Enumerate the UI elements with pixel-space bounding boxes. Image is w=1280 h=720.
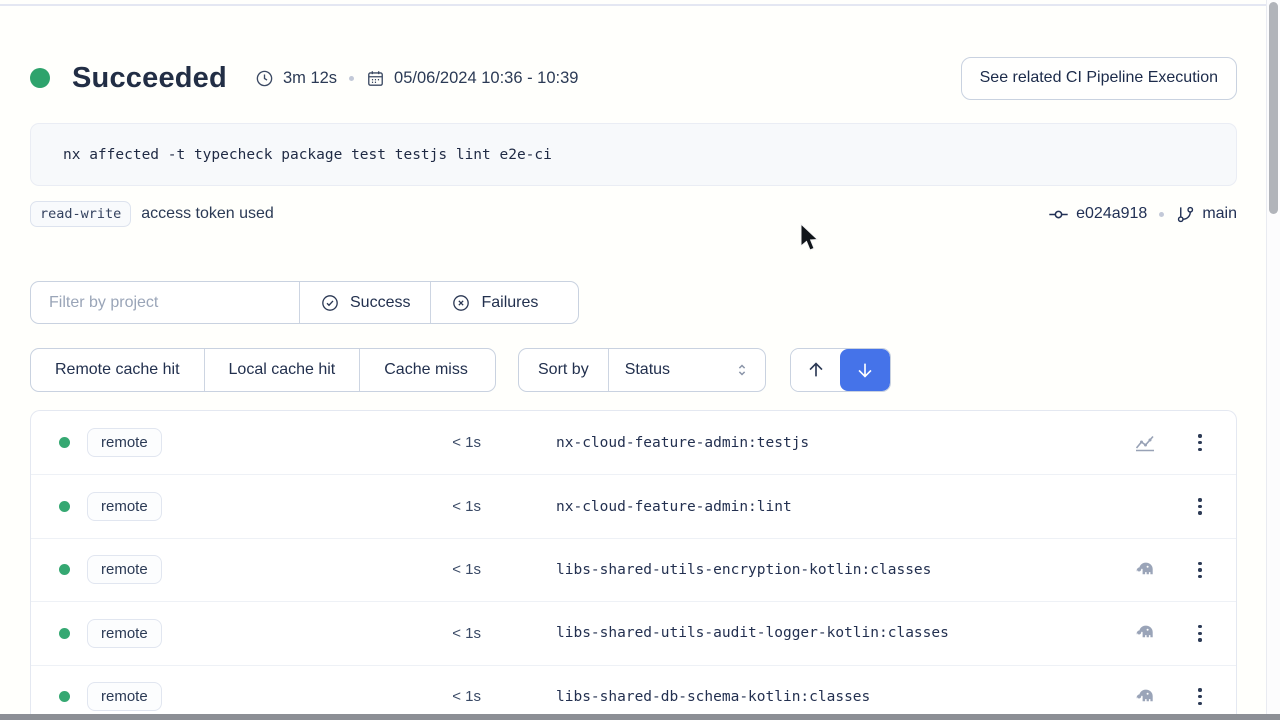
top-divider — [0, 4, 1280, 6]
scrollbar-track[interactable] — [1266, 0, 1280, 720]
cache-source-badge: remote — [87, 428, 162, 457]
run-header: Succeeded 3m 12s 05/06/2024 10:36 - 10:3… — [30, 55, 1237, 101]
command-box: nx affected -t typecheck package test te… — [30, 123, 1237, 186]
cache-source-badge: remote — [87, 682, 162, 711]
task-list: remote < 1s nx-cloud-feature-admin:testj… — [30, 410, 1237, 714]
task-menu-button[interactable] — [1187, 430, 1213, 456]
task-duration: < 1s — [421, 625, 481, 642]
task-row[interactable]: remote < 1s libs-shared-db-schema-kotlin… — [31, 665, 1236, 714]
sort-direction-toggle — [790, 348, 891, 392]
separator-dot — [349, 76, 354, 81]
sort-by-label: Sort by — [519, 349, 609, 391]
sort-ascending-button[interactable] — [791, 349, 840, 391]
sort-control: Sort by Status — [518, 348, 766, 392]
status-dot — [59, 691, 70, 702]
task-name[interactable]: libs-shared-db-schema-kotlin:classes — [556, 689, 870, 705]
filter-bar: Success Failures — [30, 281, 579, 324]
task-menu-button[interactable] — [1187, 494, 1213, 520]
chevron-updown-icon — [733, 361, 751, 379]
cache-filter-tabs: Remote cache hit Local cache hit Cache m… — [30, 348, 496, 392]
tab-cache-miss[interactable]: Cache miss — [359, 349, 492, 391]
success-filter-label: Success — [350, 294, 410, 312]
failures-filter-button[interactable]: Failures — [430, 282, 558, 323]
clock-icon — [255, 69, 274, 88]
duration-label: 3m 12s — [283, 69, 337, 88]
task-duration: < 1s — [421, 561, 481, 578]
tab-local-cache-hit[interactable]: Local cache hit — [204, 349, 360, 391]
sort-descending-button[interactable] — [840, 349, 890, 391]
token-row: read-write access token used e024a918 ma… — [30, 199, 1237, 229]
cache-source-badge: remote — [87, 492, 162, 521]
task-row[interactable]: remote < 1s nx-cloud-feature-admin:lint — [31, 474, 1236, 537]
gradle-elephant-icon — [1132, 557, 1158, 583]
task-name[interactable]: nx-cloud-feature-admin:lint — [556, 499, 792, 515]
failures-filter-label: Failures — [481, 294, 538, 312]
task-duration: < 1s — [421, 688, 481, 705]
sort-field-select[interactable]: Status — [609, 349, 765, 391]
calendar-icon — [366, 69, 385, 88]
gradle-elephant-icon — [1132, 684, 1158, 710]
cache-source-badge: remote — [87, 619, 162, 648]
status-dot — [59, 501, 70, 512]
arrow-up-icon — [805, 359, 827, 381]
tab-remote-cache-hit[interactable]: Remote cache hit — [31, 349, 204, 391]
page-title: Succeeded — [72, 62, 227, 95]
access-token-text: access token used — [141, 205, 274, 223]
task-name[interactable]: libs-shared-utils-encryption-kotlin:clas… — [556, 562, 931, 578]
commit-hash[interactable]: e024a918 — [1076, 205, 1147, 223]
window-bottom-edge — [0, 714, 1280, 720]
command-text: nx affected -t typecheck package test te… — [63, 147, 552, 163]
task-menu-button[interactable] — [1187, 557, 1213, 583]
task-menu-button[interactable] — [1187, 620, 1213, 646]
date-meta: 05/06/2024 10:36 - 10:39 — [366, 69, 578, 88]
see-related-ci-pipeline-button[interactable]: See related CI Pipeline Execution — [961, 57, 1237, 100]
task-name[interactable]: nx-cloud-feature-admin:testjs — [556, 435, 809, 451]
git-branch-icon — [1176, 205, 1195, 224]
flaky-chart-icon — [1132, 430, 1158, 456]
duration-meta: 3m 12s — [255, 69, 337, 88]
task-duration: < 1s — [421, 434, 481, 451]
task-row[interactable]: remote < 1s nx-cloud-feature-admin:testj… — [31, 411, 1236, 474]
branch-name[interactable]: main — [1202, 205, 1237, 223]
x-circle-icon — [451, 293, 471, 313]
check-circle-icon — [320, 293, 340, 313]
commit-icon — [1048, 204, 1069, 225]
separator-dot — [1159, 212, 1164, 217]
task-name[interactable]: libs-shared-utils-audit-logger-kotlin:cl… — [556, 625, 949, 641]
access-token-badge: read-write — [30, 201, 131, 227]
status-dot — [59, 628, 70, 639]
status-dot — [59, 564, 70, 575]
scrollbar-thumb[interactable] — [1269, 2, 1278, 214]
status-dot — [30, 68, 50, 88]
cache-source-badge: remote — [87, 555, 162, 584]
task-row[interactable]: remote < 1s libs-shared-utils-audit-logg… — [31, 601, 1236, 664]
filter-by-project-input[interactable] — [31, 282, 299, 323]
date-range-label: 05/06/2024 10:36 - 10:39 — [394, 69, 578, 88]
vcs-info: e024a918 main — [1048, 204, 1237, 225]
task-menu-button[interactable] — [1187, 684, 1213, 710]
arrow-down-icon — [854, 359, 876, 381]
task-row[interactable]: remote < 1s libs-shared-utils-encryption… — [31, 538, 1236, 601]
sort-field-value: Status — [625, 361, 670, 379]
gradle-elephant-icon — [1132, 620, 1158, 646]
status-dot — [59, 437, 70, 448]
task-duration: < 1s — [421, 498, 481, 515]
success-filter-button[interactable]: Success — [299, 282, 430, 323]
